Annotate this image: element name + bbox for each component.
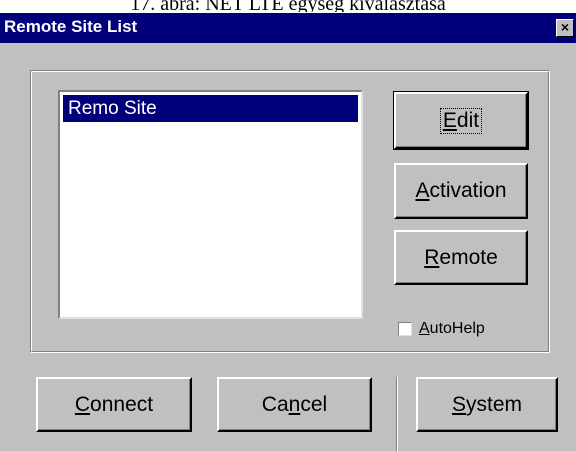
close-icon: × xyxy=(560,19,570,35)
remote-button[interactable]: Remote xyxy=(394,230,528,285)
system-button[interactable]: System xyxy=(416,377,558,432)
cancel-button-label: Cancel xyxy=(261,392,328,416)
autohelp-checkbox[interactable] xyxy=(398,322,412,336)
close-button[interactable]: × xyxy=(556,19,574,37)
system-button-label: System xyxy=(451,392,523,416)
button-separator xyxy=(396,377,398,451)
activation-button-label: Activation xyxy=(415,179,507,202)
connect-button[interactable]: Connect xyxy=(36,377,192,432)
remote-site-list-dialog: Remote Site List × Remo Site Edit Activa… xyxy=(0,13,576,451)
activation-button[interactable]: Activation xyxy=(394,163,528,219)
remote-button-label: Remote xyxy=(424,245,498,269)
list-item[interactable]: Remo Site xyxy=(63,95,358,122)
list-item-label: Remo Site xyxy=(68,98,157,119)
connect-button-label: Connect xyxy=(74,392,154,416)
edit-button[interactable]: Edit xyxy=(393,91,529,150)
window-title: Remote Site List xyxy=(4,17,138,36)
remote-site-listbox[interactable]: Remo Site xyxy=(58,90,363,319)
figure-caption: 17. ábra: NET LTE egység kiválasztása xyxy=(130,0,446,12)
title-bar[interactable]: Remote Site List × xyxy=(0,13,576,43)
autohelp-label[interactable]: AutoHelp xyxy=(419,319,485,339)
cancel-button[interactable]: Cancel xyxy=(217,377,372,432)
edit-button-label: Edit xyxy=(439,107,483,134)
